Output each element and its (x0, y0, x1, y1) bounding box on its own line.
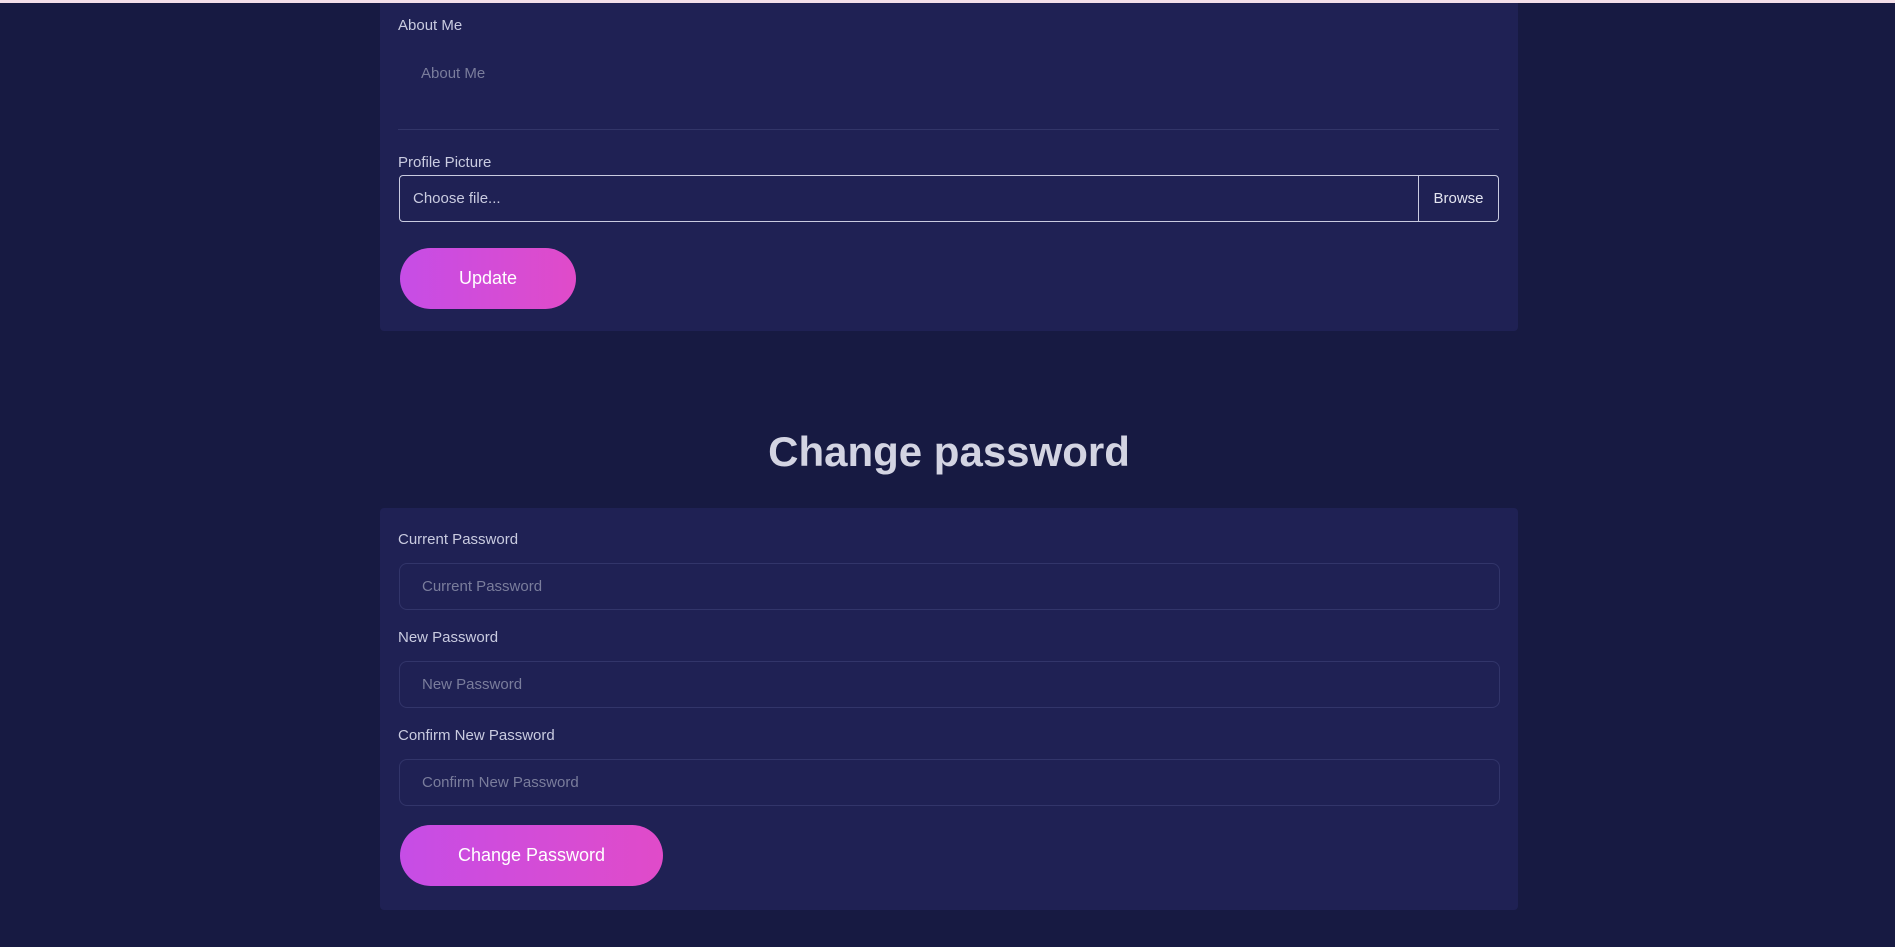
change-password-title: Change password (768, 428, 1130, 475)
divider (398, 129, 1499, 130)
new-password-input[interactable]: New Password (399, 661, 1500, 708)
about-me-textarea[interactable]: About Me (421, 65, 485, 82)
browse-button[interactable]: Browse (1418, 176, 1498, 221)
file-input-text[interactable]: Choose file... (400, 176, 1418, 221)
confirm-password-label: Confirm New Password (398, 727, 555, 744)
about-me-label: About Me (398, 17, 463, 34)
update-button[interactable]: Update (400, 248, 576, 309)
confirm-password-input[interactable]: Confirm New Password (399, 759, 1500, 806)
profile-picture-file-input[interactable]: Choose file... Browse (399, 175, 1499, 222)
new-password-label: New Password (398, 629, 499, 646)
current-password-label: Current Password (398, 531, 519, 548)
profile-card: About Me About Me Profile Picture Choose… (380, 3, 1518, 331)
current-password-input[interactable]: Current Password (399, 563, 1500, 610)
change-password-card: Current Password Current Password New Pa… (380, 508, 1518, 910)
change-password-button[interactable]: Change Password (400, 825, 663, 886)
profile-picture-label: Profile Picture (398, 154, 492, 171)
